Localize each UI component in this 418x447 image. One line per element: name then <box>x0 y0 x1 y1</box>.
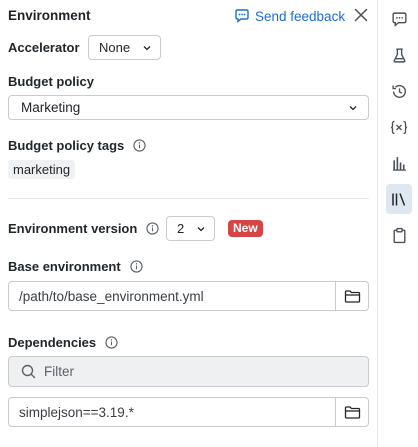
accelerator-label: Accelerator <box>8 40 80 55</box>
budget-policy-select[interactable]: Marketing <box>8 95 369 120</box>
comment-icon <box>391 11 407 27</box>
budget-policy-tags-label: Budget policy tags <box>8 138 125 153</box>
accelerator-select[interactable]: None <box>88 35 161 60</box>
dependencies-filter-input[interactable]: Filter <box>8 356 369 387</box>
environment-version-value: 2 <box>177 221 185 236</box>
browse-folder-button[interactable] <box>336 281 369 311</box>
budget-policy-label: Budget policy <box>8 74 94 89</box>
info-icon[interactable] <box>146 222 159 235</box>
info-icon[interactable] <box>133 139 146 152</box>
browse-folder-button[interactable] <box>336 397 369 427</box>
base-environment-label: Base environment <box>8 259 121 274</box>
environment-panel: Environment Send feedback Accelerator No… <box>0 0 377 447</box>
dependencies-label: Dependencies <box>8 335 97 350</box>
variables-button[interactable] <box>386 114 412 140</box>
clipboard-icon <box>392 227 406 243</box>
feedback-icon <box>235 9 249 23</box>
accelerator-value: None <box>99 40 131 55</box>
environment-version-select[interactable]: 2 <box>166 216 215 241</box>
filter-placeholder: Filter <box>44 364 74 379</box>
library-button[interactable] <box>386 184 412 214</box>
history-button[interactable] <box>386 78 412 104</box>
flask-icon <box>392 47 406 63</box>
folder-icon <box>344 289 360 303</box>
send-feedback-label: Send feedback <box>255 8 346 24</box>
dependency-row: simplejson==3.19.* <box>8 397 369 427</box>
library-icon <box>392 192 406 206</box>
environment-version-header: Environment version <box>8 221 159 236</box>
base-environment-header: Base environment <box>8 259 143 274</box>
search-icon <box>21 364 36 379</box>
chevron-down-icon <box>349 105 357 110</box>
folder-icon <box>344 405 360 419</box>
base-environment-input[interactable]: /path/to/base_environment.yml <box>8 281 336 311</box>
history-icon <box>391 84 406 98</box>
experiments-button[interactable] <box>386 42 412 68</box>
comments-button[interactable] <box>386 6 412 32</box>
panel-title: Environment <box>8 8 91 23</box>
budget-policy-value: Marketing <box>21 100 81 115</box>
tag-chip: marketing <box>8 160 76 179</box>
chevron-down-icon <box>197 226 205 231</box>
new-badge: New <box>228 220 263 237</box>
right-icon-rail <box>377 0 418 447</box>
dependency-input[interactable]: simplejson==3.19.* <box>8 397 336 427</box>
section-divider <box>8 198 369 199</box>
budget-policy-tags-header: Budget policy tags <box>8 138 146 153</box>
info-icon[interactable] <box>105 336 118 349</box>
send-feedback-link[interactable]: Send feedback <box>234 8 345 24</box>
info-icon[interactable] <box>130 260 143 273</box>
dependencies-header: Dependencies <box>8 335 118 350</box>
variables-icon <box>390 120 408 134</box>
chart-icon <box>392 156 406 171</box>
chevron-down-icon <box>143 45 151 50</box>
close-icon[interactable] <box>353 7 369 23</box>
charts-button[interactable] <box>386 150 412 176</box>
environment-version-label: Environment version <box>8 221 138 236</box>
base-environment-row: /path/to/base_environment.yml <box>8 281 369 311</box>
clipboard-button[interactable] <box>386 222 412 248</box>
